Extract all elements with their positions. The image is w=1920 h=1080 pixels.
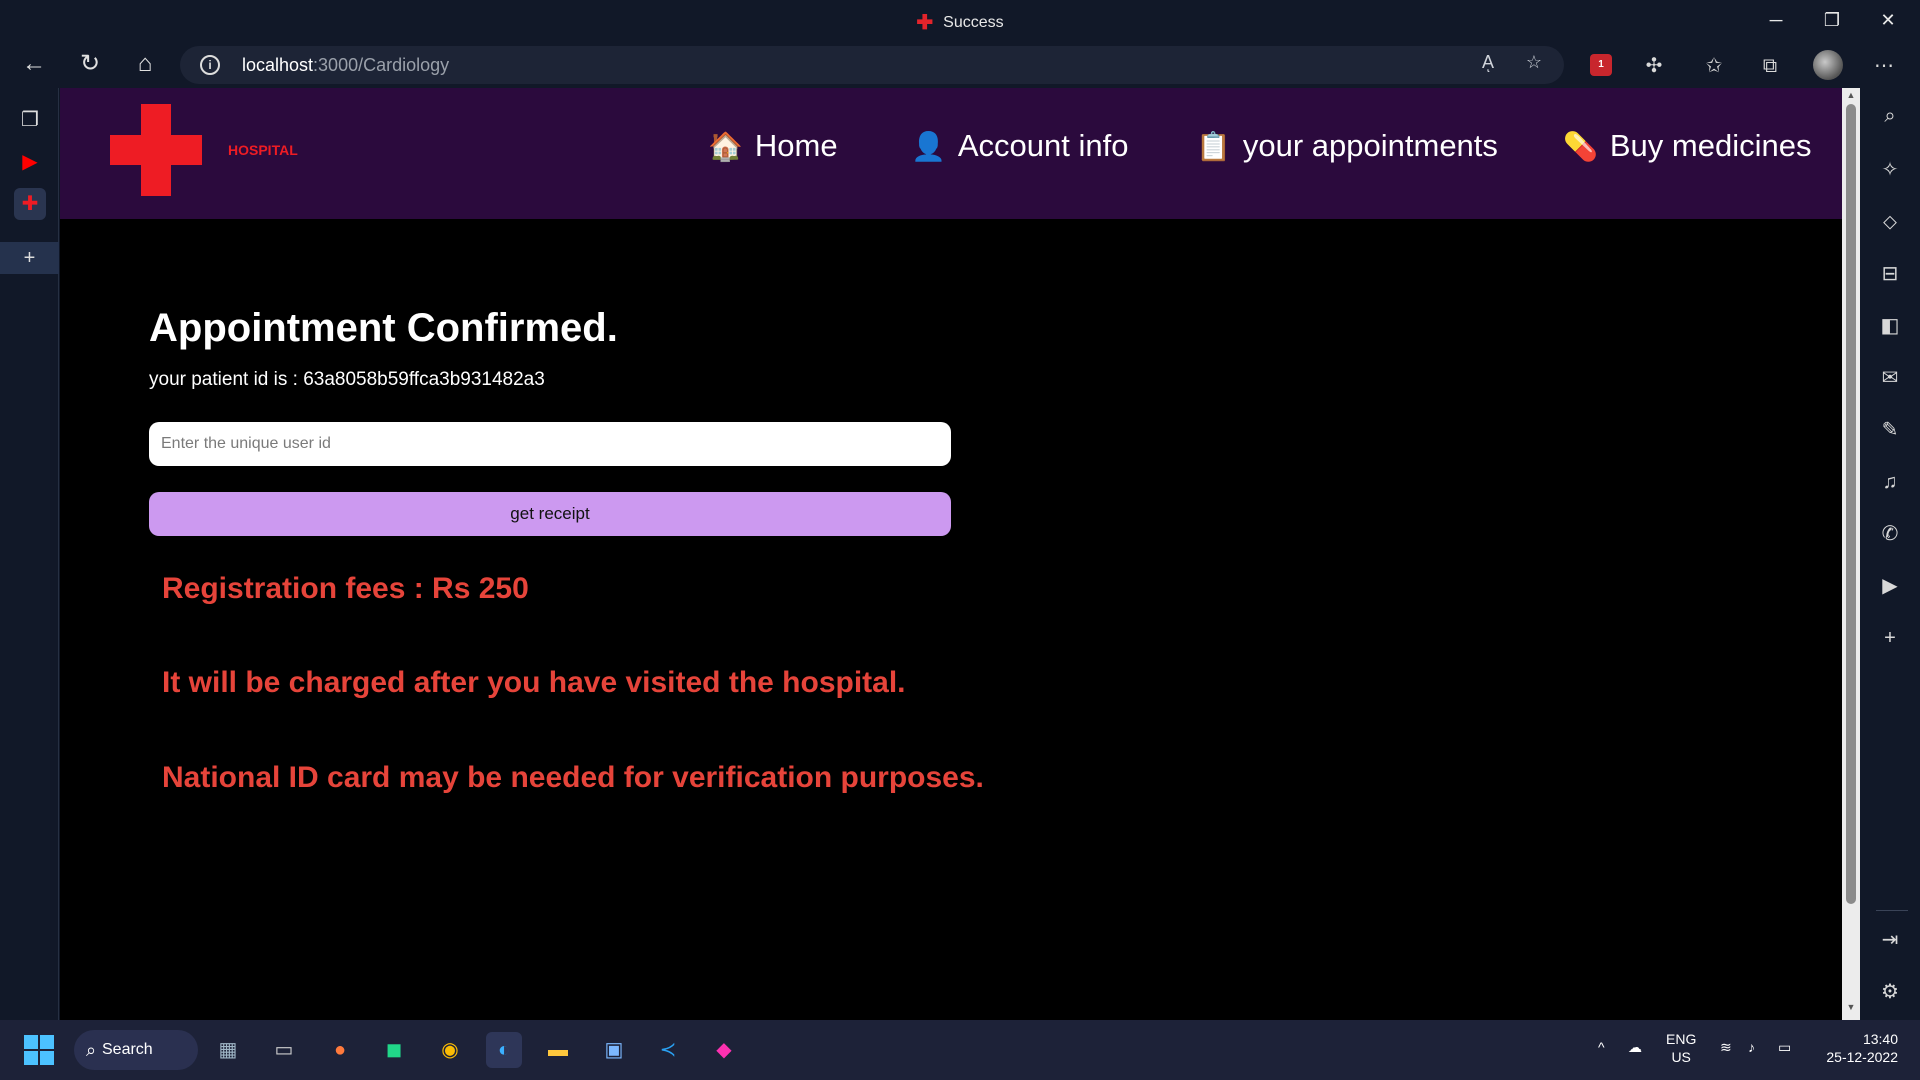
hospital-cross-favicon-icon: ✚ bbox=[916, 12, 934, 34]
add-favorite-icon[interactable]: ☆ bbox=[1520, 52, 1548, 78]
office-icon[interactable]: ◧ bbox=[1874, 310, 1906, 342]
windows-start-icon[interactable] bbox=[24, 1035, 54, 1065]
chrome-app-icon[interactable]: ◉ bbox=[432, 1032, 468, 1068]
language-indicator[interactable]: ENG US bbox=[1666, 1030, 1696, 1066]
volume-icon[interactable]: ♪ bbox=[1748, 1038, 1755, 1056]
home-icon[interactable]: ⌂ bbox=[127, 48, 163, 80]
postman-app-icon[interactable]: ● bbox=[322, 1032, 358, 1068]
copilot-sparkle-icon[interactable]: ✧ bbox=[1874, 154, 1906, 186]
file-explorer-app-icon[interactable]: ▬ bbox=[540, 1032, 576, 1068]
scroll-down-icon[interactable]: ▼ bbox=[1845, 1002, 1857, 1012]
read-aloud-icon[interactable]: Aͅ bbox=[1474, 52, 1502, 78]
wifi-icon[interactable]: ≋ bbox=[1720, 1038, 1732, 1056]
restore-button[interactable]: ❐ bbox=[1804, 6, 1860, 34]
site-info-icon[interactable]: i bbox=[200, 55, 220, 75]
favorites-icon[interactable]: ✩ bbox=[1698, 50, 1730, 82]
refresh-icon[interactable]: ↻ bbox=[72, 48, 108, 80]
clock-time: 13:40 bbox=[1862, 1031, 1898, 1047]
language-line-1: ENG bbox=[1666, 1031, 1697, 1047]
vertical-tabs-bar: ❐ ▶ ✚ + bbox=[0, 88, 59, 1020]
tab-actions-icon[interactable]: ❐ bbox=[14, 104, 46, 136]
charge-info-text: It will be charged after you have visite… bbox=[162, 666, 906, 699]
clock-date: 25-12-2022 bbox=[1826, 1049, 1898, 1065]
page-scrollbar[interactable]: ▲ ▼ bbox=[1842, 88, 1860, 1020]
add-sidebar-app-icon[interactable]: + bbox=[1874, 622, 1906, 654]
outlook-icon[interactable]: ✉ bbox=[1874, 362, 1906, 394]
more-menu-icon[interactable]: ⋯ bbox=[1868, 50, 1900, 82]
scroll-up-icon[interactable]: ▲ bbox=[1845, 90, 1857, 100]
pill-icon: 💊 bbox=[1563, 130, 1598, 162]
nav-account-info-label: Account info bbox=[957, 128, 1129, 163]
edge-sidebar: ⌕ ✧ ⬦ ⊟ ◧ ✉ ✎ ♫ ✆ ▶ + ⇥ ⚙ bbox=[1860, 88, 1920, 1020]
taskbar-search[interactable]: ⌕ Search bbox=[74, 1030, 198, 1070]
new-tab-icon[interactable]: + bbox=[0, 242, 59, 274]
user-icon: 👤 bbox=[911, 130, 946, 162]
nav-home-label: Home bbox=[754, 128, 838, 163]
scroll-thumb[interactable] bbox=[1846, 104, 1856, 904]
language-line-2: US bbox=[1671, 1049, 1691, 1065]
nav-your-appointments-label: your appointments bbox=[1242, 128, 1498, 163]
site-navbar: HOSPITAL 🏠 Home 👤 Account info 📋 your ap… bbox=[60, 88, 1842, 219]
clipboard-icon: 📋 bbox=[1196, 130, 1231, 162]
onedrive-cloud-icon[interactable]: ☁ bbox=[1628, 1038, 1642, 1056]
collections-icon[interactable]: ⧉ bbox=[1754, 50, 1786, 82]
image-editor-icon[interactable]: ✎ bbox=[1874, 414, 1906, 446]
windows-taskbar: ⌕ Search ▦ ▭ ● ◼ ◉ ◐ ▬ ▣ ≺ ◆ ^ ☁ ENG US … bbox=[0, 1020, 1920, 1080]
nav-account-info[interactable]: 👤 Account info bbox=[911, 126, 1128, 166]
hide-sidebar-icon[interactable]: ⇥ bbox=[1874, 924, 1906, 956]
nav-buy-medicines-label: Buy medicines bbox=[1609, 128, 1812, 163]
page-title: Appointment Confirmed. bbox=[149, 306, 618, 350]
search-magnifier-icon: ⌕ bbox=[86, 1040, 97, 1060]
nav-home[interactable]: 🏠 Home bbox=[708, 126, 838, 166]
whatsapp-icon[interactable]: ✆ bbox=[1874, 518, 1906, 550]
url-path: :3000/Cardiology bbox=[313, 55, 450, 75]
logo-text: HOSPITAL bbox=[228, 142, 298, 158]
confirmation-content: Appointment Confirmed. your patient id i… bbox=[149, 306, 1049, 794]
microsoft-store-app-icon[interactable]: ▣ bbox=[596, 1032, 632, 1068]
sidebar-divider bbox=[1876, 910, 1908, 911]
intellij-app-icon[interactable]: ◆ bbox=[706, 1032, 742, 1068]
address-bar[interactable]: i localhost:3000/Cardiology Aͅ ☆ bbox=[180, 46, 1564, 84]
url-host: localhost bbox=[242, 55, 314, 75]
tools-briefcase-icon[interactable]: ⊟ bbox=[1874, 258, 1906, 290]
battery-icon[interactable]: ▭ bbox=[1778, 1038, 1791, 1056]
vscode-app-icon[interactable]: ≺ bbox=[650, 1032, 686, 1068]
youtube-icon[interactable]: ▶ bbox=[1874, 570, 1906, 602]
taskbar-search-label: Search bbox=[102, 1041, 153, 1058]
close-button[interactable]: ✕ bbox=[1860, 6, 1916, 34]
house-icon: 🏠 bbox=[708, 130, 743, 162]
hospital-logo-icon[interactable] bbox=[110, 104, 202, 196]
web-page: HOSPITAL 🏠 Home 👤 Account info 📋 your ap… bbox=[60, 88, 1842, 1020]
get-receipt-button[interactable]: get receipt bbox=[149, 492, 951, 536]
edge-app-icon[interactable]: ◐ bbox=[486, 1032, 522, 1068]
webstorm-app-icon[interactable]: ◼ bbox=[376, 1032, 412, 1068]
profile-avatar[interactable] bbox=[1813, 50, 1843, 80]
url-text[interactable]: localhost:3000/Cardiology bbox=[242, 55, 449, 76]
window-title-text: Success bbox=[943, 14, 1004, 31]
minimize-button[interactable]: ─ bbox=[1748, 6, 1804, 34]
unique-user-id-input[interactable] bbox=[149, 422, 951, 466]
nav-buy-medicines[interactable]: 💊 Buy medicines bbox=[1563, 126, 1811, 166]
ublock-extension-icon[interactable]: 1 bbox=[1590, 54, 1612, 76]
clock[interactable]: 13:40 25-12-2022 bbox=[1818, 1030, 1898, 1066]
tray-overflow-chevron-icon[interactable]: ^ bbox=[1598, 1038, 1605, 1056]
notifications-bell-icon[interactable]: ♫ bbox=[1874, 466, 1906, 498]
terminal-app-icon[interactable]: ▭ bbox=[266, 1032, 302, 1068]
nav-your-appointments[interactable]: 📋 your appointments bbox=[1196, 126, 1498, 166]
back-arrow-icon[interactable]: ← bbox=[16, 48, 52, 80]
browser-toolbar: ← ↻ ⌂ i localhost:3000/Cardiology Aͅ ☆ bbox=[0, 40, 1920, 88]
id-card-info-text: National ID card may be needed for verif… bbox=[162, 761, 984, 794]
calculator-app-icon[interactable]: ▦ bbox=[210, 1032, 246, 1068]
window-title-bar: ✚ Success ─ ❐ ✕ bbox=[0, 0, 1920, 40]
youtube-tab-icon[interactable]: ▶ bbox=[14, 146, 46, 178]
registration-fee-text: Registration fees : Rs 250 bbox=[162, 572, 529, 605]
settings-gear-icon[interactable]: ⚙ bbox=[1874, 976, 1906, 1008]
search-icon[interactable]: ⌕ bbox=[1874, 100, 1906, 132]
patient-id-text: your patient id is : 63a8058b59ffca3b931… bbox=[149, 369, 545, 390]
extensions-puzzle-icon[interactable]: ✣ bbox=[1638, 50, 1670, 82]
window-title: ✚ Success bbox=[0, 10, 1920, 35]
shopping-tag-icon[interactable]: ⬦ bbox=[1874, 206, 1906, 238]
hospital-tab-icon[interactable]: ✚ bbox=[14, 188, 46, 220]
